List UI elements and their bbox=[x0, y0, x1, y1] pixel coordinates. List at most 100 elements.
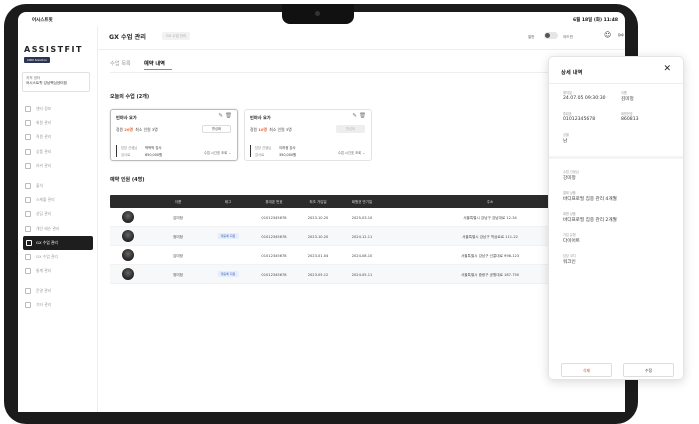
table-row[interactable]: 김미정 01012345678 2023.01.04 2024.08.10 서울… bbox=[110, 246, 565, 265]
cell-joined: 2023.10.20 bbox=[307, 215, 329, 220]
edit-button[interactable]: 수정 bbox=[623, 363, 674, 377]
detail-panel: 상세 내역 ✕ 예약일 24.07.05 09:30:30 이름 김미정 휴대폰… bbox=[548, 56, 684, 380]
sidebar-item[interactable]: GX 수업 관리 bbox=[18, 250, 98, 264]
avatar bbox=[122, 249, 134, 261]
field-value: 강미정 bbox=[563, 176, 576, 181]
field-label: 담당 코치 bbox=[563, 254, 576, 258]
price-label: 강사료 bbox=[255, 153, 265, 157]
price-value: 350,000원 bbox=[279, 153, 297, 157]
cell-name: 김미정 bbox=[173, 215, 183, 220]
avatar bbox=[122, 268, 134, 280]
sidebar-item[interactable]: 통계 관리 bbox=[18, 264, 98, 278]
table-header: 이름 태그 휴대폰 번호 최초 가입일 회원권 만기일 주소 bbox=[110, 195, 565, 208]
reservations-title: 예약 인원 (4명) bbox=[110, 177, 145, 183]
user-icon[interactable]: ☺ bbox=[604, 31, 611, 39]
sidebar-item[interactable]: 회원 관리 bbox=[18, 116, 98, 130]
mode-toggle[interactable] bbox=[544, 32, 558, 39]
activate-button[interactable]: 활성화 bbox=[202, 125, 231, 133]
tag-badge: 재등록 회원 bbox=[217, 233, 239, 239]
field-label: 성별 bbox=[563, 133, 569, 137]
sidebar-item[interactable]: 직원 관리 bbox=[18, 130, 98, 144]
app-screen: 어시스트핏 6월 18일 (화) 11:48 ASSISTFIT CRM Sol… bbox=[18, 12, 625, 412]
sidebar-nav: 센터 정보 회원 관리 직원 관리 상품 관리 라커 관리 출석 스케줄 관리 … bbox=[18, 102, 98, 313]
column-header: 휴대폰 번호 bbox=[265, 199, 283, 204]
tab-reservations[interactable]: 예약 내역 bbox=[144, 60, 165, 67]
sidebar-item-label: 상담 관리 bbox=[36, 211, 52, 217]
panel-section-divider bbox=[549, 156, 683, 159]
main-content: 수업 목록 예약 내역 오늘의 수업 (2개) 빈야사 요가 ✎ 🗑 정원 20… bbox=[98, 50, 625, 412]
headset-icon bbox=[25, 211, 31, 218]
sidebar-item-label: GX 수업 관리 bbox=[36, 253, 58, 259]
sidebar-item[interactable]: 상품 관리 bbox=[18, 145, 98, 159]
staff-icon bbox=[25, 134, 31, 141]
center-selector[interactable]: 지적 센터 어시스트핏 강남핵심센터점 bbox=[22, 72, 90, 92]
calendar-icon bbox=[25, 197, 31, 204]
column-header: 최초 가입일 bbox=[309, 199, 327, 204]
edit-icon[interactable]: ✎ bbox=[218, 113, 223, 119]
settings-icon bbox=[25, 302, 31, 309]
field-value: 860813 bbox=[621, 117, 639, 122]
logout-icon[interactable]: ⇰ bbox=[618, 31, 624, 39]
close-icon[interactable]: ✕ bbox=[663, 64, 671, 74]
logo: ASSISTFIT bbox=[24, 45, 83, 54]
logo-badge: CRM Solution bbox=[24, 57, 50, 63]
class-card[interactable]: 빈야사 요가 ✎ 🗑 정원 10명 최소 인원 3명 활성화 담당 선생님 이하… bbox=[244, 109, 372, 161]
panel-title: 상세 내역 bbox=[561, 70, 583, 76]
cell-address: 서울특별시 중랑구 공원대로 187-750 bbox=[460, 272, 520, 277]
instructor-name: 박박박 강사 bbox=[145, 146, 162, 150]
top-bar: GX 수업 관리 GX 수업 관리 일반 어드민 ☺ ⇰ bbox=[98, 26, 625, 50]
capacity-line: 정원 10명 최소 인원 3명 bbox=[250, 127, 292, 132]
sidebar-item[interactable]: 라커 관리 bbox=[18, 159, 98, 173]
delete-button[interactable]: 삭제 bbox=[561, 363, 612, 377]
cell-address: 서울특별시 강남구 강남대로 12-34 bbox=[463, 215, 517, 220]
field-label: 결제 상품 bbox=[563, 191, 576, 195]
sidebar-item[interactable]: 센터 정보 bbox=[18, 102, 98, 116]
reservations-table: 이름 태그 휴대폰 번호 최초 가입일 회원권 만기일 주소 김미정 01012… bbox=[110, 195, 565, 284]
timetable-link[interactable]: 수업 시간표 조회 ⌄ bbox=[204, 150, 231, 155]
trash-icon[interactable]: 🗑 bbox=[359, 113, 366, 119]
sidebar-item-label: 상품 관리 bbox=[36, 148, 52, 154]
avatar bbox=[122, 211, 134, 223]
field-label: 이름 bbox=[621, 91, 627, 95]
sidebar-item-label: 운영 관리 bbox=[36, 288, 52, 294]
cell-address: 서울특별시 강남구 역삼로로 111-22 bbox=[462, 234, 518, 239]
cell-expires: 2025.03.10 bbox=[351, 215, 373, 220]
sidebar-item[interactable]: 출석 bbox=[18, 179, 98, 193]
card-divider bbox=[116, 145, 118, 157]
column-header: 태그 bbox=[224, 199, 232, 204]
cell-name: 정미정 bbox=[173, 272, 183, 277]
trash-icon[interactable]: 🗑 bbox=[225, 113, 232, 119]
field-value: 바디프로필 집중 관리 4개월 bbox=[563, 197, 617, 202]
field-value: 24.07.05 09:30:30 bbox=[563, 96, 606, 101]
sidebar-item-gx-active[interactable]: GX 수업 관리 bbox=[23, 235, 93, 250]
instructor-name: 이하정 강사 bbox=[279, 146, 296, 150]
cell-phone: 01012345678 bbox=[261, 253, 287, 258]
card-divider bbox=[250, 145, 252, 157]
cell-joined: 2023.10.20 bbox=[307, 234, 329, 239]
camera-notch bbox=[282, 4, 354, 24]
activate-button-disabled[interactable]: 활성화 bbox=[336, 125, 365, 133]
sidebar-item-label: 라커 관리 bbox=[36, 162, 52, 168]
sidebar-item-label: GX 수업 관리 bbox=[36, 239, 58, 245]
chevron-down-icon: ⌄ bbox=[362, 151, 365, 155]
sidebar-item[interactable]: 개인 레슨 관리 bbox=[18, 222, 98, 236]
class-card[interactable]: 빈야사 요가 ✎ 🗑 정원 20명 최소 인원 3명 활성화 담당 선생님 박박… bbox=[110, 109, 238, 161]
active-tab-indicator bbox=[144, 69, 172, 71]
table-row[interactable]: 정미정 재등록 회원 01012345678 2023.05.12 2024.0… bbox=[110, 265, 565, 284]
sidebar-item[interactable]: 상담 관리 bbox=[18, 207, 98, 221]
sidebar-item[interactable]: 운영 관리 bbox=[18, 284, 98, 298]
chevron-down-icon: ⌄ bbox=[228, 151, 231, 155]
edit-icon[interactable]: ✎ bbox=[352, 113, 357, 119]
table-row[interactable]: 정미정 재등록 회원 01012345678 2023.10.20 2024.1… bbox=[110, 227, 565, 246]
tab-class-list[interactable]: 수업 목록 bbox=[110, 60, 131, 67]
sidebar-item[interactable]: 스케줄 관리 bbox=[18, 193, 98, 207]
field-value: 김미정 bbox=[621, 97, 634, 102]
table-row[interactable]: 김미정 01012345678 2023.10.20 2025.03.10 서울… bbox=[110, 208, 565, 227]
toggle-label-normal: 일반 bbox=[528, 35, 535, 39]
capacity-line: 정원 20명 최소 인원 3명 bbox=[116, 127, 158, 132]
gear-icon bbox=[25, 288, 31, 295]
sidebar-item[interactable]: 기타 관리 bbox=[18, 298, 98, 312]
timetable-link[interactable]: 수업 시간표 조회 ⌄ bbox=[338, 150, 365, 155]
panel-divider bbox=[549, 83, 683, 84]
toggle-label-admin: 어드민 bbox=[563, 35, 573, 39]
